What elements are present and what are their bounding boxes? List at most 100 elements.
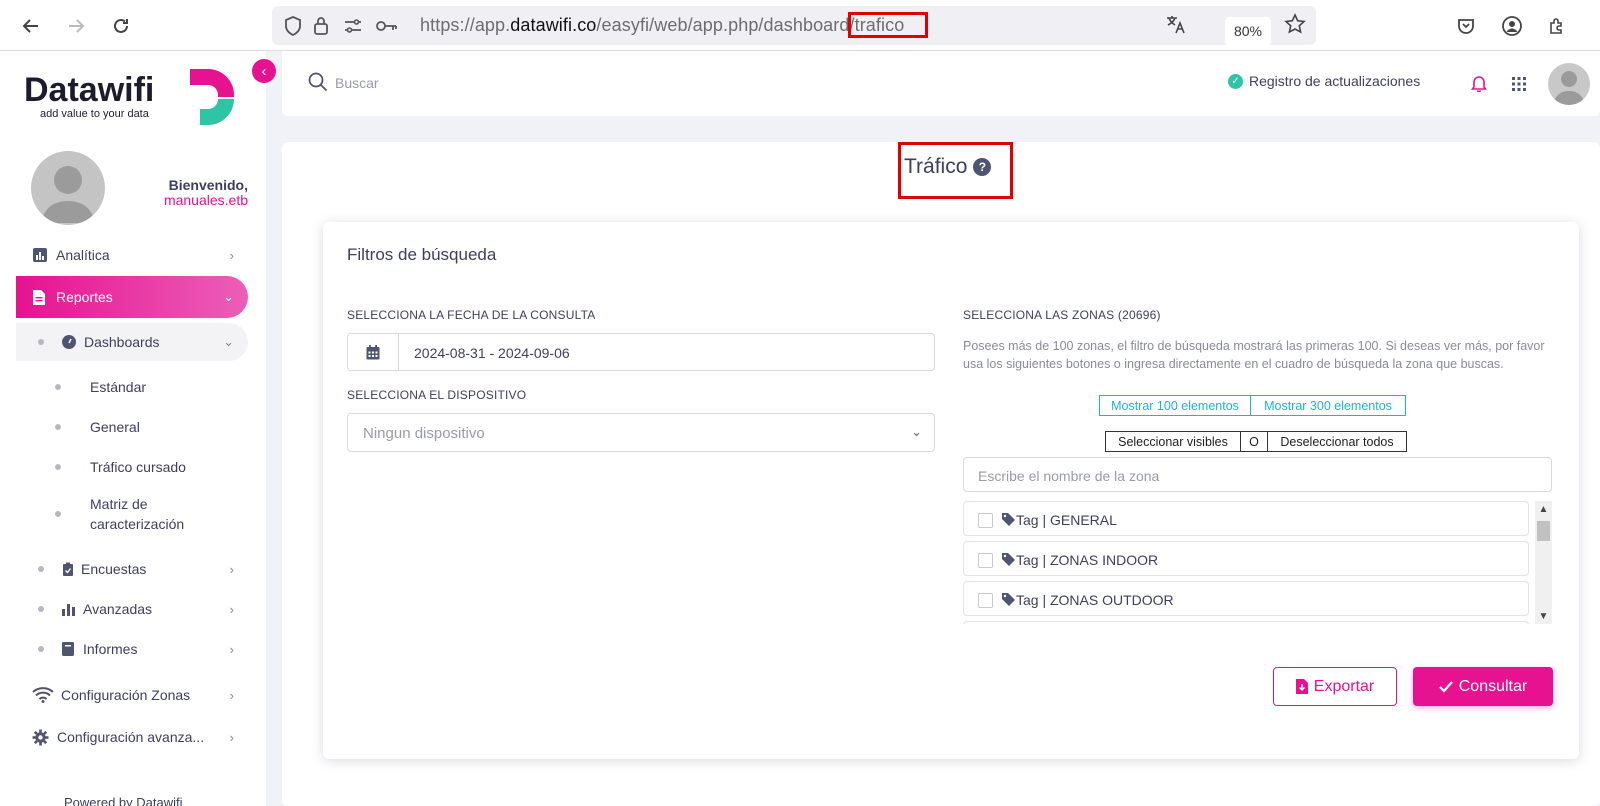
bullet-dot [55,464,61,470]
zone-list[interactable]: Tag | GENERAL Tag | ZONAS INDOOR Tag | Z… [963,501,1552,624]
zone-label: Tag | ZONAS OUTDOOR [1016,592,1174,608]
logo-tagline: add value to your data [40,108,150,120]
list-item[interactable]: Tag | GENERAL [963,501,1529,536]
sidebar-item-label: Configuración avanza... [57,729,205,745]
bullet-dot [38,646,44,652]
sidebar-item-estandar[interactable]: Estándar [16,369,248,405]
chevron-right-icon: › [229,641,234,657]
search-input[interactable]: Buscar [335,75,379,91]
book-icon [62,642,74,656]
sidebar-item-avanzadas[interactable]: Avanzadas › [16,591,248,627]
consult-label: Consultar [1458,677,1528,695]
sidebar-item-dashboards[interactable]: Dashboards ⌄ [16,323,248,361]
logo-name: Datawifi [24,71,154,109]
sidebar-item-matriz[interactable]: Matriz de caracterización [16,489,248,539]
sidebar-collapse-button[interactable]: ‹ [252,59,276,83]
username-text: manuales.etb [163,192,248,208]
scroll-thumb[interactable] [1537,521,1550,541]
export-label: Exportar [1313,677,1375,695]
back-icon[interactable] [17,12,45,40]
sidebar-item-label: General [90,419,140,435]
zone-label: Tag | GENERAL [1016,512,1117,528]
clipboard-icon [62,562,74,576]
permissions-icon[interactable] [342,16,364,36]
user-avatar [31,151,105,225]
tag-icon [1002,513,1015,529]
select-visible-button[interactable]: Seleccionar visibles [1105,431,1241,452]
chevron-right-icon: › [229,687,234,703]
url-domain: datawifi.co [510,15,597,35]
date-range-input[interactable]: 2024-08-31 - 2024-09-06 [347,333,935,371]
scroll-down-icon[interactable]: ▼ [1535,608,1552,624]
device-select[interactable]: Ningun dispositivo ⌄ [347,413,935,452]
zoom-level[interactable]: 80% [1225,17,1271,45]
reload-icon[interactable] [107,12,135,40]
show-100-button[interactable]: Mostrar 100 elementos [1099,395,1251,416]
url-text[interactable]: https://app.datawifi.co/easyfi/web/app.p… [420,15,904,36]
zone-search-placeholder: Escribe el nombre de la zona [978,468,1160,484]
consult-button[interactable]: Consultar [1413,667,1553,706]
url-prefix: https://app. [420,15,511,35]
sidebar-item-label: Avanzadas [83,601,153,617]
sidebar-item-label: Analítica [56,247,110,263]
bullet-dot [38,339,44,345]
list-item[interactable]: Tag | ZONAS INDOOR [963,541,1529,576]
bookmark-star-icon[interactable] [1284,13,1306,34]
translate-icon[interactable] [1165,14,1187,34]
sidebar-item-configuracion-zonas[interactable]: Configuración Zonas › [16,677,248,713]
chevron-right-icon: › [229,247,234,263]
bullet-dot [38,606,44,612]
gear-icon [32,729,49,746]
datawifi-logo[interactable]: Datawifi add value to your data [24,69,244,131]
address-bar[interactable]: https://app.datawifi.co/easyfi/web/app.p… [272,6,1316,45]
zones-label: SELECCIONA LAS ZONAS (20696) [963,308,1161,322]
bell-icon[interactable] [1471,75,1487,92]
deselect-all-button[interactable]: Deseleccionar todos [1267,431,1407,452]
show-300-button[interactable]: Mostrar 300 elementos [1250,395,1406,416]
header-avatar[interactable] [1548,63,1590,105]
zone-checkbox[interactable] [978,513,993,528]
scroll-up-icon[interactable]: ▲ [1535,501,1552,517]
list-item[interactable] [963,621,1529,624]
dashboard-gauge-icon [62,335,76,349]
sidebar-item-label: Matriz de caracterización [90,496,185,532]
apps-grid-icon[interactable] [1512,77,1526,91]
sidebar-item-reportes[interactable]: Reportes ⌄ [16,276,248,318]
device-label: SELECCIONA EL DISPOSITIVO [347,388,527,402]
check-icon [1438,680,1453,693]
sidebar-item-analitica[interactable]: Analítica › [16,237,248,273]
sidebar-item-encuestas[interactable]: Encuestas › [16,551,248,587]
browser-toolbar: https://app.datawifi.co/easyfi/web/app.p… [0,0,1600,51]
list-item[interactable]: Tag | ZONAS OUTDOOR [963,581,1529,616]
forward-icon[interactable] [62,12,90,40]
chevron-right-icon: › [229,729,234,745]
document-icon [32,289,46,306]
sidebar-item-label: Tráfico cursado [90,459,186,475]
device-select-value: Ningun dispositivo [363,425,485,442]
pocket-icon[interactable] [1452,12,1480,40]
bullet-dot [55,511,61,517]
sidebar-item-general[interactable]: General [16,409,248,445]
search-filters-card: Filtros de búsqueda SELECCIONA LA FECHA … [323,222,1579,759]
key-icon[interactable] [376,16,398,36]
zone-search-input[interactable]: Escribe el nombre de la zona [963,457,1552,492]
chevron-down-icon: ⌄ [911,424,922,439]
export-button[interactable]: Exportar [1273,667,1397,706]
zone-list-scrollbar[interactable]: ▲ ▼ [1535,501,1552,624]
account-icon[interactable] [1498,12,1526,40]
extensions-icon[interactable] [1543,12,1571,40]
lock-icon[interactable] [310,16,332,36]
wifi-icon [32,687,54,703]
sidebar-item-configuracion-avanzada[interactable]: Configuración avanza... › [16,719,248,755]
sidebar-item-informes[interactable]: Informes › [16,631,248,667]
bar-chart-icon [32,247,48,263]
file-download-icon [1295,679,1308,694]
chevron-right-icon: › [229,601,234,617]
search-icon[interactable] [308,72,328,92]
update-log-link[interactable]: ✓ Registro de actualizaciones [1228,73,1420,89]
zone-checkbox[interactable] [978,553,993,568]
shield-icon[interactable] [282,16,304,36]
zone-checkbox[interactable] [978,593,993,608]
sidebar-item-trafico-cursado[interactable]: Tráfico cursado [16,449,248,485]
calendar-icon[interactable] [348,334,399,370]
